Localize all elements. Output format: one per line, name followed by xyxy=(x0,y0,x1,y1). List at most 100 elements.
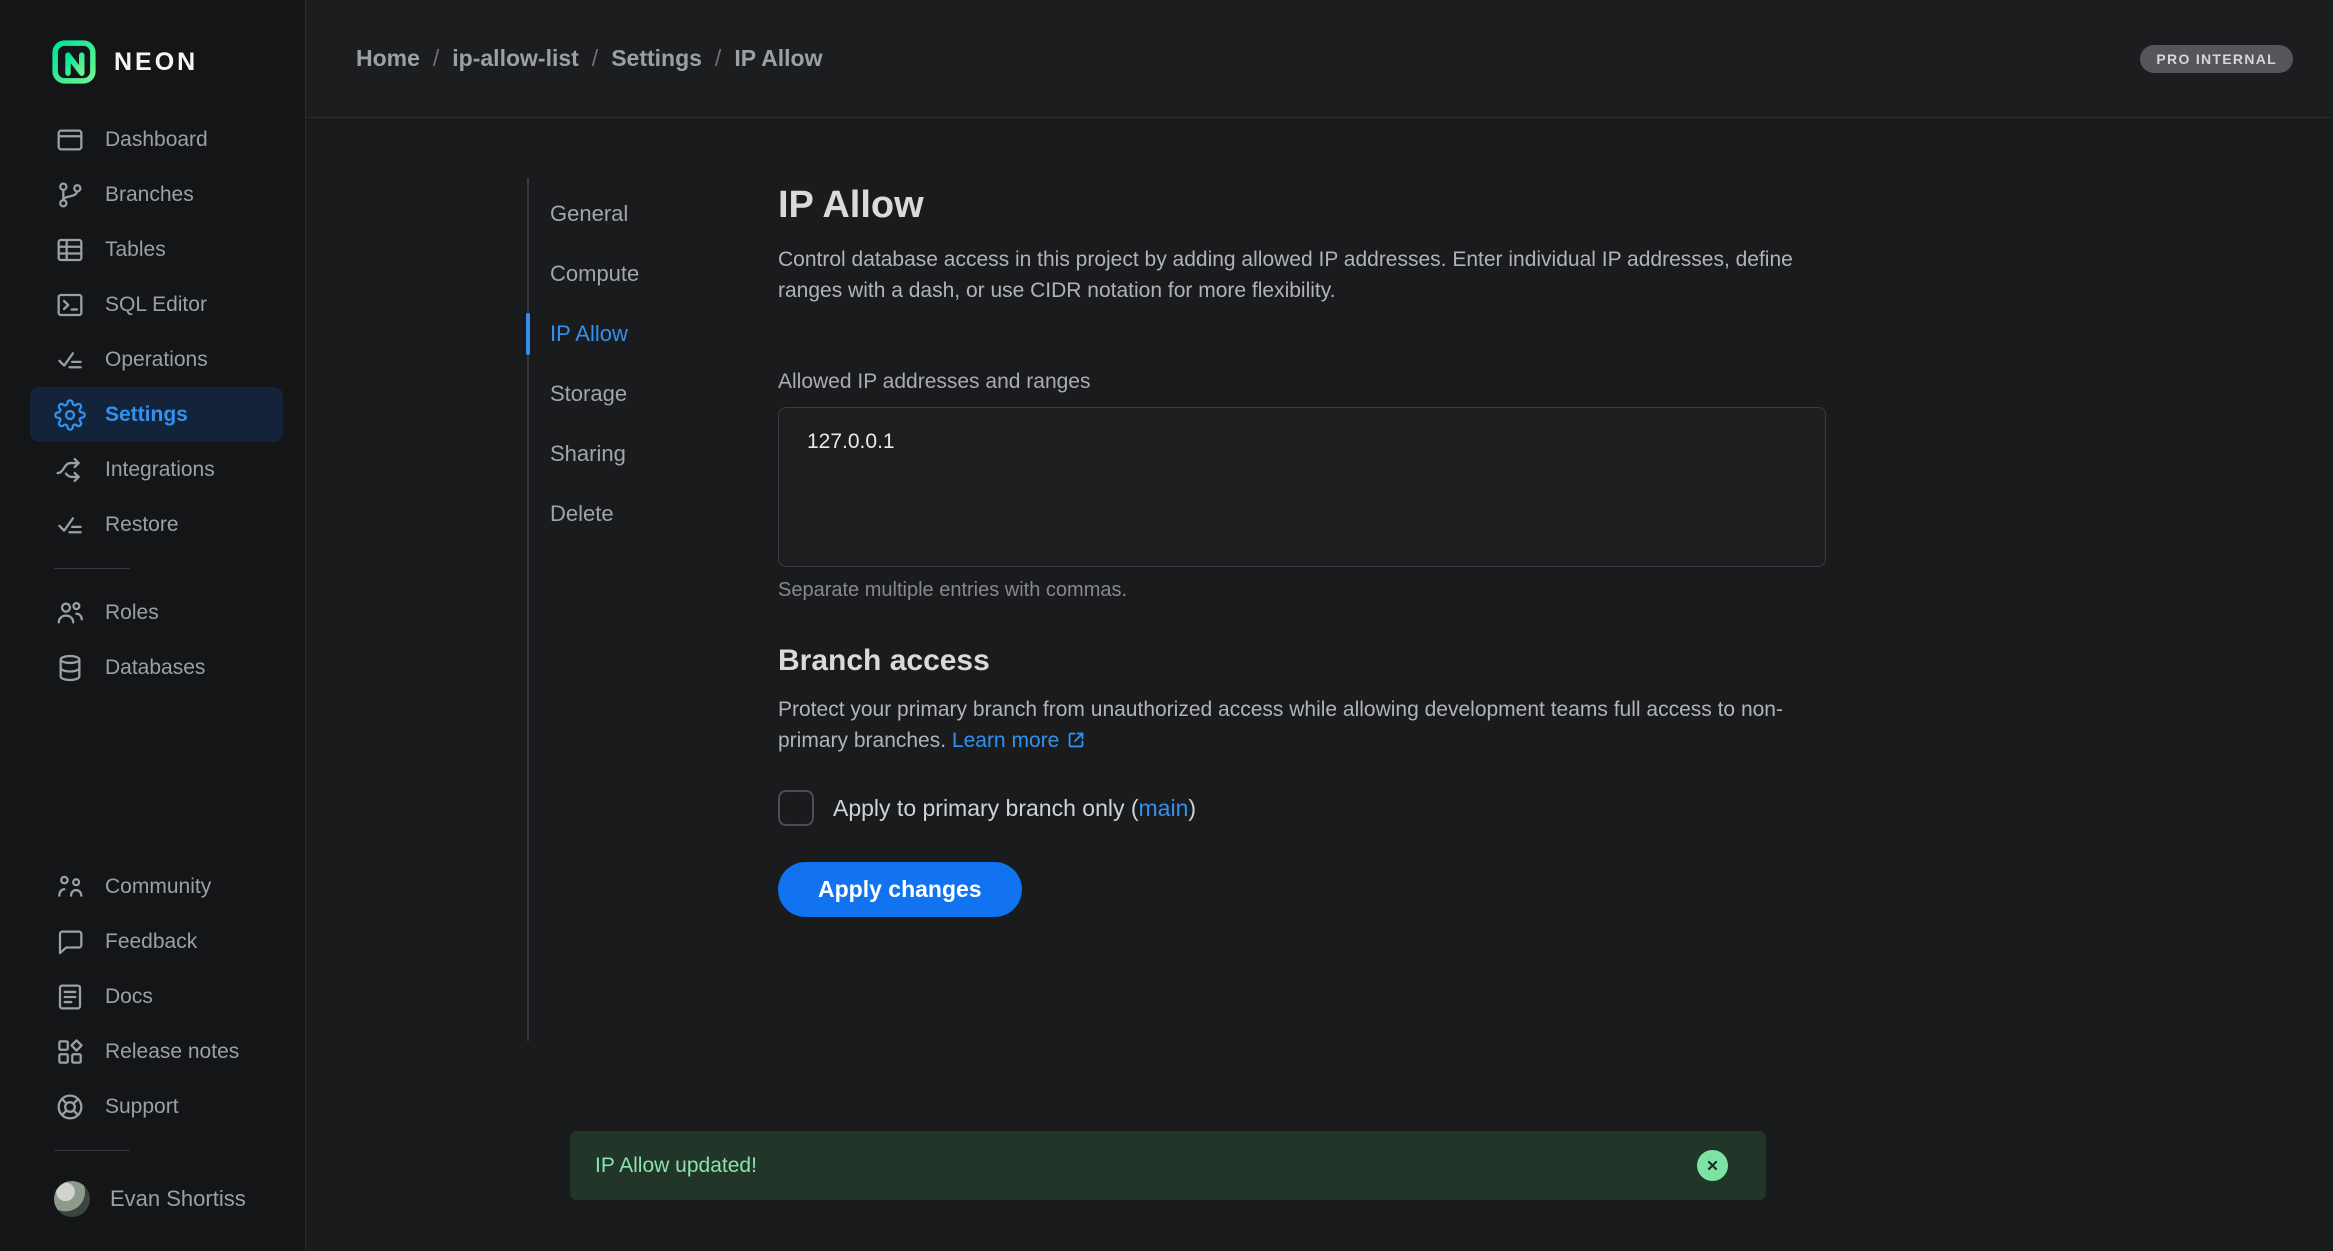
branch-access-description: Protect your primary branch from unautho… xyxy=(778,694,1826,756)
sidebar-item-dashboard[interactable]: Dashboard xyxy=(30,112,283,167)
plan-badge: PRO INTERNAL xyxy=(2140,45,2293,73)
sidebar-item-label: Feedback xyxy=(105,930,197,954)
sidebar-item-label: Roles xyxy=(105,601,159,625)
sidebar-item-label: Support xyxy=(105,1095,179,1119)
docs-icon xyxy=(54,981,86,1013)
brand-logo[interactable]: NEON xyxy=(0,28,305,112)
sidebar-item-release-notes[interactable]: Release notes xyxy=(30,1024,283,1079)
sql-editor-icon xyxy=(54,289,86,321)
neon-logo-icon xyxy=(50,38,98,86)
page-description: Control database access in this project … xyxy=(778,244,1826,306)
main-area: Home / ip-allow-list / Settings / IP Allow PRO… xyxy=(306,0,2333,1251)
sidebar-item-label: Tables xyxy=(105,238,166,262)
sidebar-item-docs[interactable]: Docs xyxy=(30,969,283,1024)
operations-icon xyxy=(54,344,86,376)
subnav-item-storage[interactable]: Storage xyxy=(527,364,778,424)
sidebar-nav-tertiary: Community Feedback Docs Release notes Suppor… xyxy=(0,859,305,1134)
branch-access-title: Branch access xyxy=(778,644,1826,678)
sidebar-divider xyxy=(54,568,130,569)
sidebar-item-databases[interactable]: Databases xyxy=(30,640,283,695)
apply-changes-button[interactable]: Apply changes xyxy=(778,862,1022,917)
roles-icon xyxy=(54,597,86,629)
sidebar-item-label: SQL Editor xyxy=(105,293,207,317)
sidebar-item-label: Docs xyxy=(105,985,153,1009)
branch-access-text: Protect your primary branch from unautho… xyxy=(778,698,1783,752)
branches-icon xyxy=(54,179,86,211)
breadcrumb-item-settings[interactable]: Settings xyxy=(611,45,702,72)
settings-content: GeneralComputeIP AllowStorageSharingDele… xyxy=(306,118,2333,1251)
user-menu[interactable]: Evan Shortiss xyxy=(0,1181,305,1217)
sidebar-item-label: Settings xyxy=(105,403,188,427)
app-root: NEON Dashboard Branches Tables SQL Editor Op… xyxy=(0,0,2333,1251)
checkbox-label-prefix: Apply to primary branch only ( xyxy=(833,795,1139,821)
sidebar-item-label: Release notes xyxy=(105,1040,239,1064)
restore-icon xyxy=(54,509,86,541)
close-icon xyxy=(1704,1157,1721,1174)
sidebar-item-integrations[interactable]: Integrations xyxy=(30,442,283,497)
external-link-icon xyxy=(1065,729,1087,751)
sidebar-item-label: Branches xyxy=(105,183,194,207)
sidebar-item-label: Integrations xyxy=(105,458,215,482)
subnav-item-sharing[interactable]: Sharing xyxy=(527,424,778,484)
databases-icon xyxy=(54,652,86,684)
learn-more-link[interactable]: Learn more xyxy=(952,729,1087,752)
gear-icon xyxy=(54,399,86,431)
sidebar-item-branches[interactable]: Branches xyxy=(30,167,283,222)
sidebar-spacer xyxy=(0,695,305,859)
sidebar-item-sql-editor[interactable]: SQL Editor xyxy=(30,277,283,332)
settings-subnav: GeneralComputeIP AllowStorageSharingDele… xyxy=(527,182,778,1251)
sidebar-item-label: Restore xyxy=(105,513,179,537)
support-icon xyxy=(54,1091,86,1123)
sidebar-item-restore[interactable]: Restore xyxy=(30,497,283,552)
primary-branch-checkbox[interactable] xyxy=(778,790,814,826)
sidebar: NEON Dashboard Branches Tables SQL Editor Op… xyxy=(0,0,306,1251)
sidebar-item-feedback[interactable]: Feedback xyxy=(30,914,283,969)
sidebar-nav-secondary: Roles Databases xyxy=(0,585,305,695)
sidebar-item-operations[interactable]: Operations xyxy=(30,332,283,387)
learn-more-label: Learn more xyxy=(952,729,1059,752)
checkbox-label-suffix: ) xyxy=(1188,795,1196,821)
breadcrumb-item-ip-allow[interactable]: IP Allow xyxy=(734,45,822,72)
topbar: Home / ip-allow-list / Settings / IP Allow PRO… xyxy=(306,0,2333,118)
breadcrumb-item-ip-allow-list[interactable]: ip-allow-list xyxy=(452,45,579,72)
breadcrumb-separator: / xyxy=(592,45,598,72)
sidebar-item-tables[interactable]: Tables xyxy=(30,222,283,277)
breadcrumb-item-home[interactable]: Home xyxy=(356,45,420,72)
user-name: Evan Shortiss xyxy=(110,1186,246,1212)
brand-wordmark: NEON xyxy=(114,48,198,77)
primary-branch-label: Apply to primary branch only (main) xyxy=(833,795,1196,822)
sidebar-item-community[interactable]: Community xyxy=(30,859,283,914)
sidebar-divider-bottom xyxy=(54,1150,130,1151)
subnav-item-delete[interactable]: Delete xyxy=(527,484,778,544)
tables-icon xyxy=(54,234,86,266)
sidebar-item-settings[interactable]: Settings xyxy=(30,387,283,442)
success-toast: IP Allow updated! xyxy=(570,1131,1766,1200)
sidebar-item-label: Databases xyxy=(105,656,205,680)
subnav-item-ip-allow[interactable]: IP Allow xyxy=(527,304,778,364)
sidebar-nav-primary: Dashboard Branches Tables SQL Editor Operati… xyxy=(0,112,305,552)
ip-addresses-textarea[interactable]: 127.0.0.1 xyxy=(778,407,1826,567)
release-notes-icon xyxy=(54,1036,86,1068)
community-icon xyxy=(54,871,86,903)
ip-field-help: Separate multiple entries with commas. xyxy=(778,579,1826,602)
page-title: IP Allow xyxy=(778,182,1826,228)
breadcrumb: Home / ip-allow-list / Settings / IP Allow xyxy=(356,45,823,72)
subnav-item-compute[interactable]: Compute xyxy=(527,244,778,304)
breadcrumb-separator: / xyxy=(715,45,721,72)
sidebar-item-label: Community xyxy=(105,875,211,899)
subnav-item-general[interactable]: General xyxy=(527,184,778,244)
dashboard-icon xyxy=(54,124,86,156)
sidebar-item-label: Dashboard xyxy=(105,128,208,152)
toast-close-button[interactable] xyxy=(1697,1150,1728,1181)
ip-allow-panel: IP Allow Control database access in this… xyxy=(778,182,1826,1251)
sidebar-item-label: Operations xyxy=(105,348,208,372)
ip-field-label: Allowed IP addresses and ranges xyxy=(778,370,1826,394)
integrations-icon xyxy=(54,454,86,486)
breadcrumb-separator: / xyxy=(433,45,439,72)
feedback-icon xyxy=(54,926,86,958)
avatar xyxy=(54,1181,90,1217)
sidebar-item-roles[interactable]: Roles xyxy=(30,585,283,640)
sidebar-item-support[interactable]: Support xyxy=(30,1079,283,1134)
main-branch-link[interactable]: main xyxy=(1139,795,1189,821)
primary-branch-row: Apply to primary branch only (main) xyxy=(778,790,1826,826)
